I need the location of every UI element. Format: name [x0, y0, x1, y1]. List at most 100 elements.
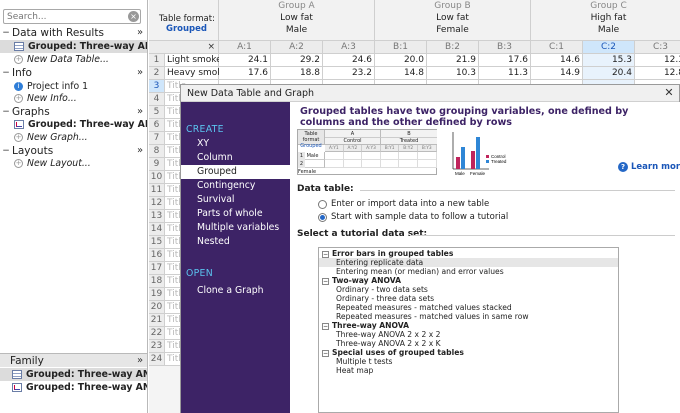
row-number[interactable]: 17	[149, 262, 165, 275]
collapse-icon[interactable]: −	[322, 349, 329, 357]
row-number[interactable]: 10	[149, 171, 165, 184]
row-number[interactable]: 9	[149, 158, 165, 171]
data-cell[interactable]: 10.3	[427, 67, 479, 80]
tree-item[interactable]: Three-way ANOVA 2 x 2 x 2	[319, 330, 618, 339]
tree-item[interactable]: Repeated measures - matched values in sa…	[319, 312, 618, 321]
row-title[interactable]: Light smoker	[165, 54, 225, 67]
row-number[interactable]: 5	[149, 106, 165, 119]
row-number[interactable]: 13	[149, 210, 165, 223]
nav-item-new-layout[interactable]: + New Layout...	[0, 157, 147, 170]
collapse-icon[interactable]: −	[0, 146, 12, 156]
chevron-right-icon[interactable]: »	[133, 106, 147, 117]
data-cell[interactable]: 12.8	[635, 67, 680, 80]
row-number[interactable]: 18	[149, 275, 165, 288]
group-header-b[interactable]: Group B Low fat Female	[375, 0, 531, 41]
data-cell[interactable]: 11.3	[479, 67, 531, 80]
radio-enter-data[interactable]: Enter or import data into a new table	[318, 199, 489, 209]
row-number[interactable]: 4	[149, 93, 165, 106]
tree-item[interactable]: Ordinary - two data sets	[319, 285, 618, 294]
column-header[interactable]: B:2	[427, 41, 479, 54]
column-header[interactable]: C:3	[635, 41, 680, 54]
group-header-c[interactable]: Group C High fat Male	[531, 0, 680, 41]
create-item-nested[interactable]: Nested	[181, 235, 290, 249]
tree-item[interactable]: Entering replicate data	[319, 258, 618, 267]
data-cell[interactable]: 23.2	[323, 67, 375, 80]
chevron-right-icon[interactable]: »	[133, 67, 147, 78]
tree-category[interactable]: − Special uses of grouped tables	[319, 348, 618, 357]
data-cell[interactable]: 17.6	[479, 54, 531, 67]
family-item-graph[interactable]: Grouped: Three-way ANOVA	[0, 381, 147, 394]
tree-item[interactable]: Ordinary - three data sets	[319, 294, 618, 303]
data-cell[interactable]: 17.6	[219, 67, 271, 80]
row-number[interactable]: 3	[149, 80, 165, 93]
column-header[interactable]: A:3	[323, 41, 375, 54]
chevron-right-icon[interactable]: »	[133, 27, 147, 38]
data-cell[interactable]: 12.3	[635, 54, 680, 67]
collapse-icon[interactable]: −	[322, 250, 329, 258]
open-item-clone-graph[interactable]: Clone a Graph	[181, 284, 290, 298]
row-number[interactable]: 6	[149, 119, 165, 132]
data-cell[interactable]: 29.2	[271, 54, 323, 67]
tree-item[interactable]: Entering mean (or median) and error valu…	[319, 267, 618, 276]
create-item-column[interactable]: Column	[181, 151, 290, 165]
row-number[interactable]: 7	[149, 132, 165, 145]
column-header[interactable]: B:1	[375, 41, 427, 54]
help-icon[interactable]: ?	[618, 162, 628, 172]
data-cell[interactable]: 14.6	[531, 54, 583, 67]
group-header-a[interactable]: Group A Low fat Male	[219, 0, 375, 41]
section-info[interactable]: − Info »	[0, 65, 147, 80]
column-header[interactable]: A:1	[219, 41, 271, 54]
row-number[interactable]: 12	[149, 197, 165, 210]
clear-search-icon[interactable]: ×	[128, 11, 139, 22]
tree-item[interactable]: Three-way ANOVA 2 x 2 x K	[319, 339, 618, 348]
radio-button[interactable]	[318, 199, 327, 209]
row-number[interactable]: 23	[149, 340, 165, 353]
chevron-right-icon[interactable]: »	[133, 355, 147, 366]
data-cell[interactable]: 20.0	[375, 54, 427, 67]
row-number[interactable]: 8	[149, 145, 165, 158]
collapse-icon[interactable]: −	[322, 322, 329, 330]
create-item-contingency[interactable]: Contingency	[181, 179, 290, 193]
create-item-xy[interactable]: XY	[181, 137, 290, 151]
table-format-cell[interactable]: Table format: Grouped	[149, 0, 219, 41]
data-cell[interactable]: 24.6	[323, 54, 375, 67]
learn-more-link[interactable]: Learn more	[631, 162, 680, 172]
collapse-icon[interactable]: −	[0, 107, 12, 117]
column-header[interactable]: C:1	[531, 41, 583, 54]
chevron-right-icon[interactable]: »	[133, 145, 147, 156]
collapse-icon[interactable]: −	[322, 277, 329, 285]
row-number[interactable]: 2	[149, 67, 165, 80]
create-item-grouped[interactable]: Grouped	[181, 165, 290, 179]
nav-item-graph[interactable]: Grouped: Three-way ANOVA	[0, 118, 147, 131]
data-cell[interactable]: 20.4	[583, 67, 635, 80]
data-cell[interactable]: 18.8	[271, 67, 323, 80]
tree-item[interactable]: Multiple t tests	[319, 357, 618, 366]
tutorial-tree[interactable]: − Error bars in grouped tables Entering re…	[318, 247, 619, 413]
family-item-data-table[interactable]: Grouped: Three-way ANOVA	[0, 368, 147, 381]
section-graphs[interactable]: − Graphs »	[0, 104, 147, 119]
data-cell[interactable]: 14.9	[531, 67, 583, 80]
row-number[interactable]: 1	[149, 54, 165, 67]
section-data-with-results[interactable]: − Data with Results »	[0, 25, 147, 40]
column-header[interactable]: A:2	[271, 41, 323, 54]
data-cell[interactable]: 24.1	[219, 54, 271, 67]
create-item-multiple-variables[interactable]: Multiple variables	[181, 221, 290, 235]
search-input[interactable]	[3, 9, 141, 24]
row-number[interactable]: 24	[149, 353, 165, 366]
row-number[interactable]: 15	[149, 236, 165, 249]
section-layouts[interactable]: − Layouts »	[0, 143, 147, 158]
collapse-icon[interactable]: −	[0, 28, 12, 38]
tree-item[interactable]: Heat map	[319, 366, 618, 375]
row-number[interactable]: 22	[149, 327, 165, 340]
row-number[interactable]: 21	[149, 314, 165, 327]
create-item-parts-of-whole[interactable]: Parts of whole	[181, 207, 290, 221]
radio-button-selected[interactable]	[318, 212, 327, 222]
row-number[interactable]: 14	[149, 223, 165, 236]
nav-item-data-table[interactable]: Grouped: Three-way ANOVA	[0, 40, 147, 53]
row-number[interactable]: 20	[149, 301, 165, 314]
row-number[interactable]: 16	[149, 249, 165, 262]
tree-category[interactable]: − Error bars in grouped tables	[319, 249, 618, 258]
data-cell[interactable]: 15.3	[583, 54, 635, 67]
close-table-icon[interactable]: ×	[149, 41, 219, 54]
tree-category[interactable]: − Two-way ANOVA	[319, 276, 618, 285]
